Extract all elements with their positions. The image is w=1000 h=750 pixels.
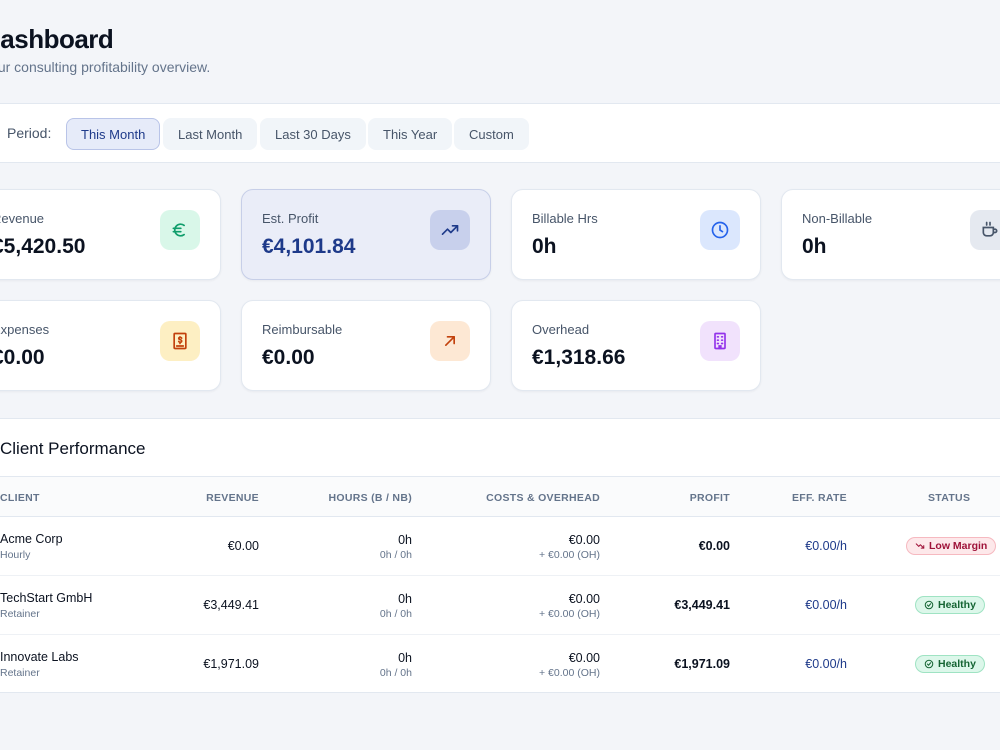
period-custom-button[interactable]: Custom	[454, 118, 529, 150]
hours-cell: 0h	[398, 533, 412, 547]
trending-down-icon	[915, 543, 925, 549]
table-header: CLIENT REVENUE HOURS (B / NB) COSTS & OV…	[0, 476, 1000, 517]
page-title: Dashboard	[0, 24, 114, 54]
costs-cell: €0.00	[568, 533, 600, 547]
stat-value: €5,420.50	[0, 235, 86, 258]
client-billing-type: Retainer	[0, 667, 40, 679]
stat-card-est-profit: Est. Profit €4,101.84	[241, 189, 491, 280]
column-header-eff-rate: EFF. RATE	[791, 492, 847, 504]
profit-cell: €1,971.09	[674, 657, 730, 671]
column-header-hours: HOURS (B / NB)	[328, 492, 412, 504]
stat-label: Non-Billable	[802, 211, 873, 226]
dashboard-page: Dashboard Your consulting profitability …	[0, 0, 1000, 750]
stat-value: 0h	[532, 235, 557, 258]
stat-label: Expenses	[0, 322, 50, 337]
page-subtitle: Your consulting profitability overview.	[0, 59, 211, 75]
clock-icon	[700, 210, 740, 250]
table-row[interactable]: Acme Corp Hourly €0.00 0h 0h / 0h €0.00 …	[0, 517, 1000, 576]
costs-cell: €0.00	[568, 592, 600, 606]
period-last-month-button[interactable]: Last Month	[163, 118, 258, 150]
status-label: Healthy	[938, 658, 976, 670]
table-row[interactable]: TechStart GmbH Retainer €3,449.41 0h 0h …	[0, 576, 1000, 635]
column-header-client: CLIENT	[0, 492, 40, 504]
hours-cell: 0h	[398, 592, 412, 606]
period-this-month-button[interactable]: This Month	[66, 118, 161, 150]
status-badge: Healthy	[915, 655, 985, 673]
column-header-revenue: REVENUE	[206, 492, 259, 504]
stat-value: €0.00	[0, 346, 45, 369]
period-this-year-button[interactable]: This Year	[368, 118, 453, 150]
stat-value: €1,318.66	[532, 346, 626, 369]
stat-value: €0.00	[262, 346, 315, 369]
stat-card-revenue: Revenue €5,420.50	[0, 189, 221, 280]
costs-cell: €0.00	[568, 651, 600, 665]
receipt-icon	[160, 321, 200, 361]
profit-cell: €0.00	[698, 539, 730, 553]
status-badge: Low Margin	[906, 537, 997, 555]
client-name: TechStart GmbH	[0, 591, 93, 605]
period-last-30-days-button[interactable]: Last 30 Days	[260, 118, 366, 150]
check-circle-icon	[924, 600, 934, 610]
euro-icon	[160, 210, 200, 250]
client-billing-type: Hourly	[0, 549, 31, 561]
profit-cell: €3,449.41	[674, 598, 730, 612]
status-label: Healthy	[938, 599, 976, 611]
hours-cell: 0h	[398, 651, 412, 665]
stat-card-reimbursable: Reimbursable €0.00	[241, 300, 491, 391]
eff-rate-cell: €0.00/h	[805, 657, 847, 671]
revenue-cell: €0.00	[227, 539, 259, 553]
column-header-status: STATUS	[928, 492, 971, 504]
stat-label: Billable Hrs	[532, 211, 598, 226]
column-header-profit: PROFIT	[689, 492, 730, 504]
stat-label: Overhead	[532, 322, 590, 337]
hours-split-cell: 0h / 0h	[379, 608, 412, 620]
status-badge: Healthy	[915, 596, 985, 614]
coffee-icon	[970, 210, 1000, 250]
check-circle-icon	[924, 659, 934, 669]
stat-card-expenses: Expenses €0.00	[0, 300, 221, 391]
stat-value: €4,101.84	[262, 235, 356, 258]
revenue-cell: €1,971.09	[203, 657, 259, 671]
trending-up-icon	[430, 210, 470, 250]
eff-rate-cell: €0.00/h	[805, 598, 847, 612]
column-header-costs: COSTS & OVERHEAD	[486, 492, 600, 504]
overhead-cell: + €0.00 (OH)	[539, 549, 600, 561]
overhead-cell: + €0.00 (OH)	[539, 608, 600, 620]
status-label: Low Margin	[929, 540, 988, 552]
client-name: Acme Corp	[0, 532, 63, 546]
stat-label: Reimbursable	[262, 322, 343, 337]
table-row[interactable]: Innovate Labs Retainer €1,971.09 0h 0h /…	[0, 635, 1000, 694]
section-title: Client Performance	[0, 439, 146, 458]
revenue-cell: €3,449.41	[203, 598, 259, 612]
hours-split-cell: 0h / 0h	[379, 667, 412, 679]
stat-card-overhead: Overhead €1,318.66	[511, 300, 761, 391]
client-performance-panel: Client Performance CLIENT REVENUE HOURS …	[0, 418, 1000, 693]
stat-card-non-billable: Non-Billable 0h	[781, 189, 1000, 280]
stat-label: Est. Profit	[262, 211, 319, 226]
period-label: Period:	[7, 125, 52, 141]
client-billing-type: Retainer	[0, 608, 40, 620]
hours-split-cell: 0h / 0h	[379, 549, 412, 561]
client-name: Innovate Labs	[0, 650, 79, 664]
stat-value: 0h	[802, 235, 827, 258]
eff-rate-cell: €0.00/h	[805, 539, 847, 553]
overhead-cell: + €0.00 (OH)	[539, 667, 600, 679]
arrow-up-right-icon	[430, 321, 470, 361]
stat-label: Revenue	[0, 211, 45, 226]
stat-card-billable-hrs: Billable Hrs 0h	[511, 189, 761, 280]
building-icon	[700, 321, 740, 361]
period-selector: Period: This Month Last Month Last 30 Da…	[0, 103, 1000, 163]
